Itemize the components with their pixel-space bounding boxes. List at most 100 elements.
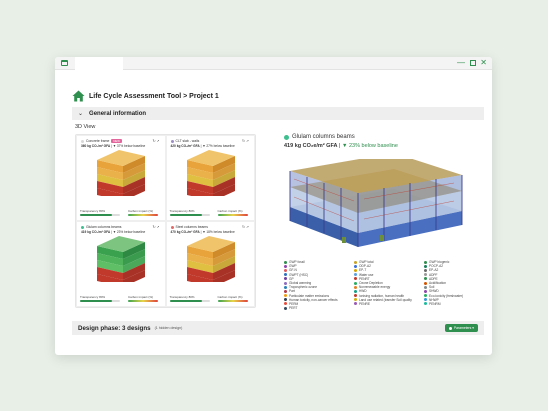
tile-header: Concrete frame NEW ↻↗ xyxy=(81,139,161,143)
minimize-icon[interactable]: — xyxy=(457,58,465,68)
carbon-impact-label: Carbon impact (%) xyxy=(128,209,154,213)
transparency-slider-fill xyxy=(80,300,112,302)
transparency-slider-fill xyxy=(169,214,202,216)
tile-controls: Transparency 80% Carbon impact (%) xyxy=(169,295,252,303)
tile-header: Steel columns beams ↻↗ xyxy=(170,225,251,229)
tile-action-icons[interactable]: ↻↗ xyxy=(152,139,160,143)
chevron-down-icon[interactable]: ⌄ xyxy=(78,110,83,117)
tile-metric: 419 kg CO₂/m² GFA | ▼ 23% below baseline xyxy=(81,230,161,234)
design-color-dot xyxy=(81,139,84,143)
legend-swatch xyxy=(284,298,287,302)
legend-swatch xyxy=(284,273,287,277)
legend-swatch xyxy=(354,268,357,272)
design-color-dot xyxy=(284,134,289,140)
tile-design-name: Concrete frame xyxy=(86,139,110,143)
carbon-impact-scale xyxy=(217,214,248,216)
tile-metric-value: 360 kg CO₂/m² GFA xyxy=(81,144,111,148)
building-3d-view[interactable] xyxy=(284,159,467,254)
detail-metric: 419 kg CO₂e/m² GFA | ▼ 23% below baselin… xyxy=(284,143,398,149)
tile-action-icons[interactable]: ↻↗ xyxy=(242,225,250,229)
maximize-icon[interactable] xyxy=(470,60,476,66)
carbon-impact-label: Carbon impact (%) xyxy=(217,295,243,299)
tile-controls: Transparency 80% Carbon impact (%) xyxy=(80,209,162,217)
legend-swatch xyxy=(424,289,427,293)
transparency-slider[interactable] xyxy=(169,214,210,216)
legend-swatch xyxy=(284,277,287,281)
legend-swatch xyxy=(424,268,427,272)
tile-metric: 470 kg CO₂/m² GFA | ▼ 18% below baseline xyxy=(171,230,251,234)
design-color-dot xyxy=(81,225,84,229)
tile-metric-value: 420 kg CO₂/m² GFA xyxy=(170,144,200,148)
transparency-slider[interactable] xyxy=(80,214,120,216)
legend-swatch xyxy=(284,289,287,293)
tile-action-icons[interactable]: ↻↗ xyxy=(242,139,250,143)
detail-design-name: Glulam columns beams xyxy=(292,134,355,140)
transparency-label: Transparency 80% xyxy=(169,295,195,299)
detail-metric-value: 419 kg CO₂e/m² GFA xyxy=(284,143,338,149)
design-phase-bar[interactable]: Design phase: 3 designs (1 hidden design… xyxy=(72,321,484,335)
legend-swatch xyxy=(354,298,357,302)
legend-swatch xyxy=(284,268,287,272)
tile-action-icons[interactable]: ↻↗ xyxy=(152,225,160,229)
parameters-button-label: Parameters ▾ xyxy=(453,326,474,330)
view-label: 3D View xyxy=(75,124,96,130)
design-tile[interactable]: Steel columns beams ↻↗ 470 kg CO₂/m² GFA |… xyxy=(165,221,255,307)
legend-swatch xyxy=(284,285,287,289)
new-badge: NEW xyxy=(111,139,122,143)
tile-header: CLT slab - walls ↻↗ xyxy=(170,139,251,143)
building-thumbnail[interactable] xyxy=(183,236,239,282)
legend-swatch xyxy=(284,302,287,306)
legend-swatch xyxy=(354,302,357,306)
detail-title: Glulam columns beams xyxy=(284,134,355,140)
gear-icon xyxy=(448,326,452,330)
design-color-dot xyxy=(170,139,174,143)
window-icon xyxy=(61,60,68,66)
legend-swatch xyxy=(424,273,427,277)
tile-metric-note: | ▼ 27% below baseline xyxy=(200,144,235,148)
legend-swatch xyxy=(424,281,427,285)
design-color-dot xyxy=(170,225,174,229)
tile-metric: 360 kg CO₂/m² GFA | ▼ 37% below baseline xyxy=(81,144,161,148)
legend-label: PERT xyxy=(289,306,298,311)
design-tile[interactable]: CLT slab - walls ↻↗ 420 kg CO₂/m² GFA | ▼ … xyxy=(165,135,255,221)
section-title: General information xyxy=(89,110,147,117)
transparency-label: Transparency 80% xyxy=(80,295,106,299)
legend-swatch xyxy=(354,260,357,264)
design-tile[interactable]: Concrete frame NEW ↻↗ 360 kg CO₂/m² GFA | ▼… xyxy=(76,135,166,221)
building-thumbnail[interactable] xyxy=(183,150,239,196)
legend-swatch xyxy=(354,264,357,268)
legend-swatch xyxy=(354,289,357,293)
carbon-impact-scale xyxy=(128,214,158,216)
transparency-slider[interactable] xyxy=(169,300,210,302)
tile-metric-note: | ▼ 37% below baseline xyxy=(111,144,146,148)
transparency-label: Transparency 80% xyxy=(80,209,106,213)
building-thumbnail[interactable] xyxy=(93,150,149,196)
legend-swatch xyxy=(284,281,287,285)
legend-item: PERT xyxy=(284,306,354,310)
carbon-impact-scale xyxy=(128,300,158,302)
home-icon[interactable] xyxy=(72,90,85,102)
transparency-label: Transparency 80% xyxy=(169,209,195,213)
carbon-impact-scale xyxy=(217,300,248,302)
close-icon[interactable]: ✕ xyxy=(480,58,487,68)
legend-swatch xyxy=(354,281,357,285)
legend-swatch xyxy=(354,285,357,289)
transparency-slider[interactable] xyxy=(80,300,120,302)
building-thumbnail[interactable] xyxy=(93,236,149,282)
legend-swatch xyxy=(424,264,427,268)
carbon-impact-label: Carbon impact (%) xyxy=(128,295,154,299)
legend-item xyxy=(354,306,424,310)
legend-swatch xyxy=(424,277,427,281)
parameters-button[interactable]: Parameters ▾ xyxy=(444,324,478,332)
tile-header: Glulam columns beams ↻↗ xyxy=(81,225,161,229)
active-tab[interactable] xyxy=(75,57,123,70)
tile-metric-note: | ▼ 18% below baseline xyxy=(200,230,235,234)
transparency-slider-fill xyxy=(169,300,202,302)
legend-swatch xyxy=(424,260,427,264)
impact-legend: GWP fossil GWP total GWP biogenic GWP ODP-A2… xyxy=(284,260,484,310)
design-tile[interactable]: Glulam columns beams ↻↗ 419 kg CO₂/m² GFA … xyxy=(76,221,166,307)
app-window: — ✕ Life Cycle Assessment Tool > Project… xyxy=(55,57,492,355)
legend-swatch xyxy=(424,298,427,302)
general-information-section[interactable]: ⌄ General information xyxy=(72,107,484,120)
legend-swatch xyxy=(354,277,357,281)
